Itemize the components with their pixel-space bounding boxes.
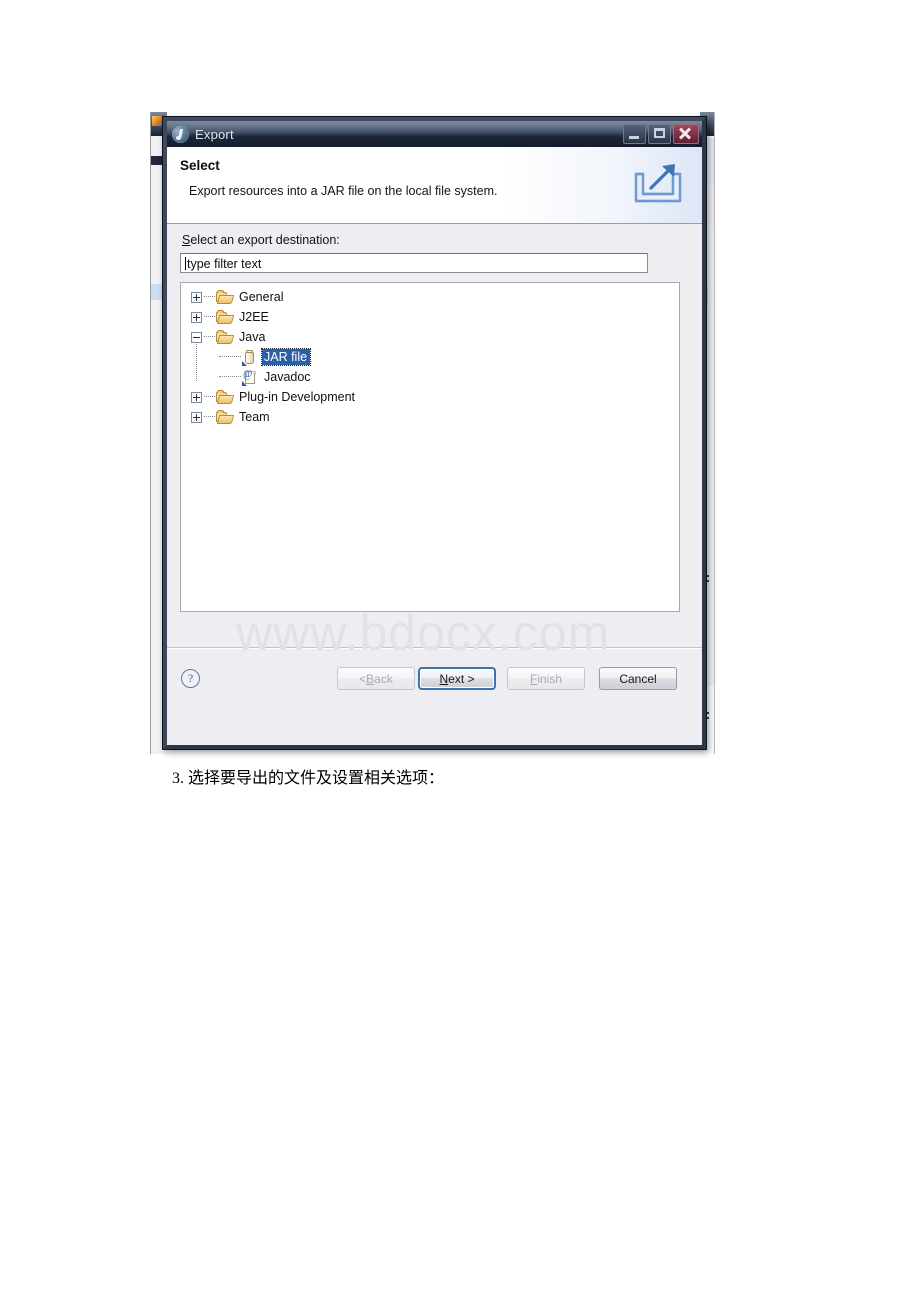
next-button-post: ext > [448, 671, 475, 686]
tree-item-jar-file[interactable]: JAR file [181, 347, 679, 367]
minimize-icon [629, 136, 639, 139]
tree-item-general[interactable]: General [181, 287, 679, 307]
tree-connector-dots [204, 296, 215, 298]
cancel-button[interactable]: Cancel [599, 667, 677, 690]
text-caret [185, 257, 186, 270]
filter-input-value: type filter text [187, 257, 262, 271]
next-button[interactable]: Next > [418, 667, 496, 690]
tree-connector-dots [204, 316, 215, 318]
javadoc-icon: @ [242, 369, 258, 386]
back-button-pre: < [359, 671, 367, 686]
finish-button-post: inish [537, 671, 563, 686]
export-banner-icon [634, 164, 682, 203]
tree-item-label: Plug-in Development [239, 390, 356, 404]
eclipse-icon [172, 125, 189, 143]
tree-item-label: Team [239, 410, 270, 424]
maximize-button[interactable] [648, 124, 671, 144]
folder-icon [216, 330, 235, 344]
back-button[interactable]: < Back [337, 667, 415, 690]
page-caption: 3. 选择要导出的文件及设置相关选项： [172, 770, 445, 787]
tree-item-java[interactable]: Java [181, 327, 679, 347]
wizard-page-description: Export resources into a JAR file on the … [189, 184, 498, 198]
tree-item-label: Javadoc [264, 370, 311, 384]
export-destination-label-rest: elect an export destination: [190, 233, 340, 247]
tree-item-label: General [239, 290, 284, 304]
window-controls [623, 124, 699, 144]
folder-icon [216, 290, 235, 304]
dialog-title: Export [195, 126, 234, 142]
document-page: Export Select Export resources into a JA… [0, 0, 920, 1302]
close-button[interactable] [673, 124, 699, 144]
wizard-body: Select an export destination: type filte… [167, 224, 702, 647]
filter-input[interactable]: type filter text [180, 253, 648, 273]
folder-icon [216, 390, 235, 404]
tree-item-javadoc[interactable]: @ Javadoc [181, 367, 679, 387]
tree-connector-dots [204, 396, 215, 398]
help-icon[interactable]: ? [181, 669, 200, 688]
cancel-button-label: Cancel [619, 671, 657, 686]
tree-item-team[interactable]: Team [181, 407, 679, 427]
tree-connector-dots [204, 336, 215, 338]
expand-plus-icon[interactable] [191, 411, 202, 423]
close-icon [674, 125, 698, 143]
next-button-mnemonic: N [439, 671, 449, 686]
tree-connector-dots [204, 416, 215, 418]
back-button-mnemonic: B [366, 671, 375, 686]
tree-item-j2ee[interactable]: J2EE [181, 307, 679, 327]
tree-item-label: Java [239, 330, 266, 344]
jar-icon [242, 349, 258, 366]
back-button-post: ack [374, 671, 393, 686]
wizard-header: Select Export resources into a JAR file … [167, 147, 702, 224]
expand-plus-icon[interactable] [191, 291, 202, 303]
expand-plus-icon[interactable] [191, 311, 202, 323]
collapse-minus-icon[interactable] [191, 331, 202, 343]
tree-connector-dots [219, 376, 241, 378]
background-toolbar-sliver [151, 156, 163, 165]
folder-icon [216, 310, 235, 324]
tree-item-plug-in-development[interactable]: Plug-in Development [181, 387, 679, 407]
tree-item-label: JAR file [260, 348, 312, 366]
finish-button[interactable]: Finish [507, 667, 585, 690]
folder-icon [216, 410, 235, 424]
export-destination-label: Select an export destination: [182, 233, 340, 247]
export-destination-tree[interactable]: General J2EE Java JAR file @ Javadoc Plu… [180, 282, 680, 612]
background-app-icon [152, 116, 162, 126]
maximize-icon [654, 128, 665, 138]
expand-plus-icon[interactable] [191, 391, 202, 403]
minimize-button[interactable] [623, 124, 646, 144]
finish-button-mnemonic: F [529, 671, 538, 686]
footer-button-bar: ? < Back Next > Finish Cancel [167, 649, 702, 720]
export-wizard-dialog: Export Select Export resources into a JA… [163, 117, 706, 749]
wizard-page-title: Select [180, 158, 220, 173]
dialog-titlebar[interactable]: Export [167, 121, 702, 147]
tree-connector-dots [219, 356, 241, 358]
tree-item-label: J2EE [239, 310, 269, 324]
